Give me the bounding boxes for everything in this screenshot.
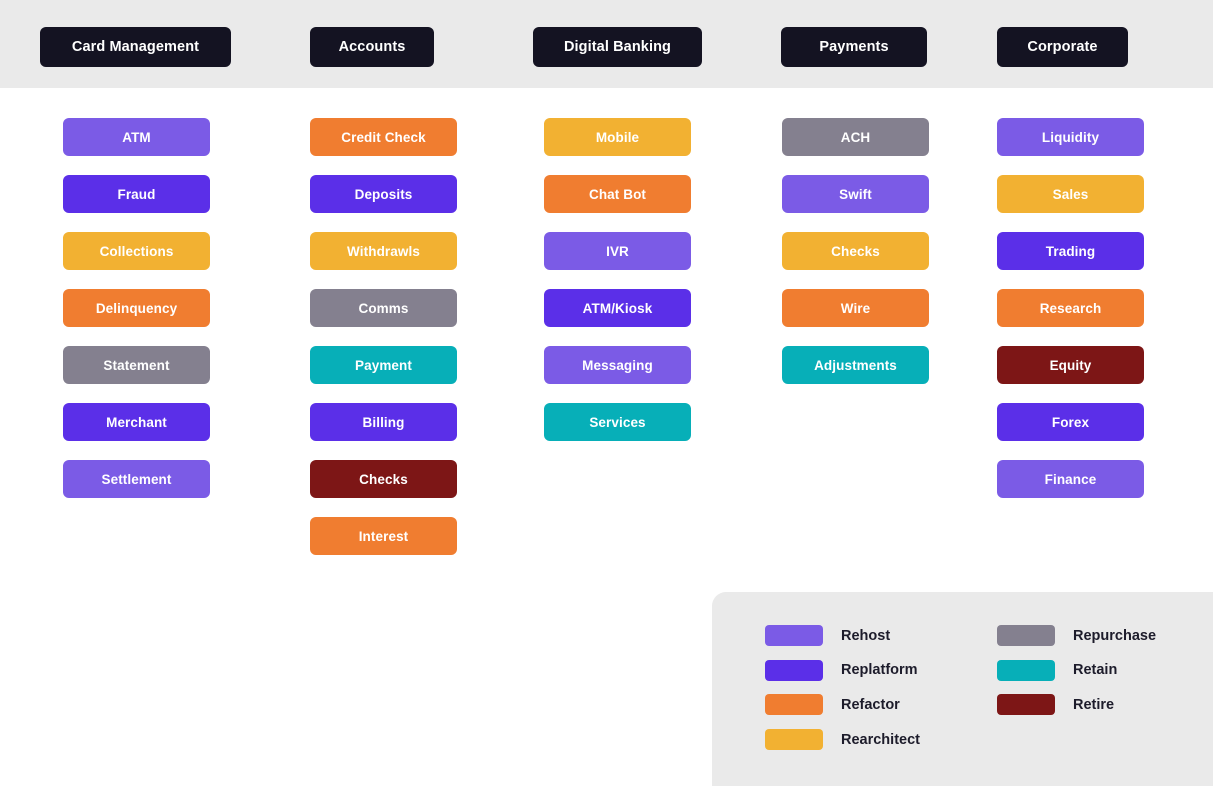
application-tile[interactable]: Checks — [310, 460, 457, 498]
application-tile[interactable]: ACH — [782, 118, 929, 156]
application-tile[interactable]: Swift — [782, 175, 929, 213]
column-header-5[interactable]: Corporate — [997, 27, 1128, 67]
application-tile[interactable]: Merchant — [63, 403, 210, 441]
column-header-3[interactable]: Digital Banking — [533, 27, 702, 67]
application-tile[interactable]: Messaging — [544, 346, 691, 384]
application-tile[interactable]: Services — [544, 403, 691, 441]
application-tile[interactable]: Wire — [782, 289, 929, 327]
legend-item: Retire — [997, 694, 1115, 716]
legend-color-swatch — [997, 659, 1055, 681]
legend-item: Replatform — [765, 659, 918, 681]
application-tile[interactable]: IVR — [544, 232, 691, 270]
application-tile[interactable]: Credit Check — [310, 118, 457, 156]
application-tile[interactable]: Finance — [997, 460, 1144, 498]
application-tile[interactable]: Mobile — [544, 118, 691, 156]
application-tile[interactable]: Settlement — [63, 460, 210, 498]
application-tile[interactable]: Forex — [997, 403, 1144, 441]
application-tile[interactable]: Adjustments — [782, 346, 929, 384]
legend-label: Replatform — [841, 662, 918, 679]
legend-label: Retire — [1073, 696, 1115, 713]
application-tile[interactable]: Statement — [63, 346, 210, 384]
application-tile[interactable]: Delinquency — [63, 289, 210, 327]
legend-item: Rearchitect — [765, 729, 920, 751]
column-header-2[interactable]: Accounts — [310, 27, 434, 67]
application-tile[interactable]: Equity — [997, 346, 1144, 384]
legend-item: Repurchase — [997, 625, 1156, 646]
application-tile[interactable]: Fraud — [63, 175, 210, 213]
application-tile[interactable]: ATM/Kiosk — [544, 289, 691, 327]
legend-color-swatch — [765, 625, 823, 646]
column-header-4[interactable]: Payments — [781, 27, 927, 67]
column-header-1[interactable]: Card Management — [40, 27, 231, 67]
application-tile[interactable]: Collections — [63, 232, 210, 270]
application-tile[interactable]: Interest — [310, 517, 457, 555]
application-tile[interactable]: Withdrawls — [310, 232, 457, 270]
application-tile[interactable]: Comms — [310, 289, 457, 327]
legend-color-swatch — [765, 694, 823, 716]
legend-color-swatch — [997, 694, 1055, 716]
legend-color-swatch — [765, 729, 823, 751]
legend-panel: Rehost Replatform Refactor Rearchitect Repur… — [712, 592, 1213, 786]
legend-item: Rehost — [765, 625, 890, 646]
legend-color-swatch — [997, 625, 1055, 646]
legend-label: Rearchitect — [841, 731, 920, 748]
application-tile[interactable]: Sales — [997, 175, 1144, 213]
application-tile[interactable]: Billing — [310, 403, 457, 441]
legend-item: Refactor — [765, 694, 900, 716]
application-tile[interactable]: Research — [997, 289, 1144, 327]
application-tile[interactable]: Deposits — [310, 175, 457, 213]
legend-label: Rehost — [841, 627, 891, 644]
application-tile[interactable]: Trading — [997, 232, 1144, 270]
legend-label: Repurchase — [1073, 627, 1157, 644]
legend-label: Refactor — [841, 696, 900, 713]
application-tile[interactable]: Checks — [782, 232, 929, 270]
application-tile[interactable]: Chat Bot — [544, 175, 691, 213]
application-tile[interactable]: ATM — [63, 118, 210, 156]
legend-color-swatch — [765, 659, 823, 681]
legend-label: Retain — [1073, 662, 1118, 679]
application-tile[interactable]: Liquidity — [997, 118, 1144, 156]
legend-item: Retain — [997, 659, 1118, 681]
application-tile[interactable]: Payment — [310, 346, 457, 384]
